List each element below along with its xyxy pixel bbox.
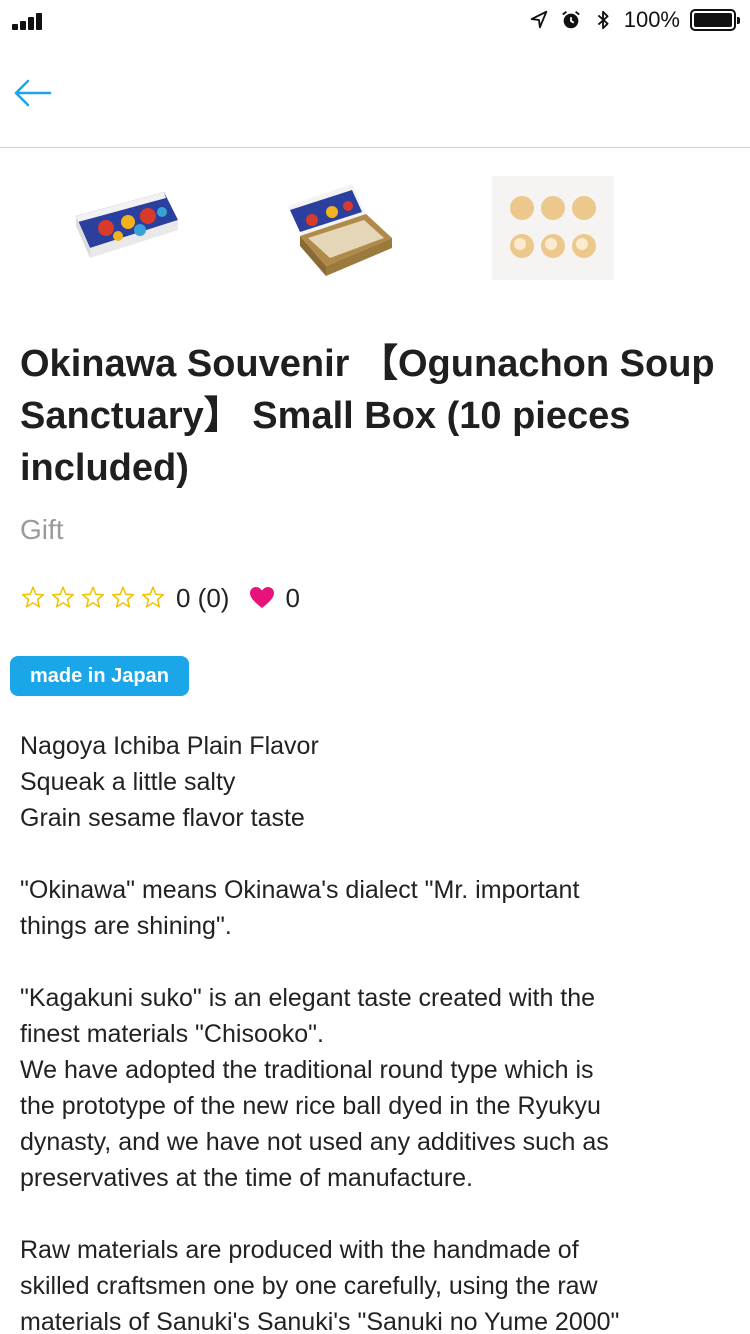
description-line: We have adopted the traditional round ty… [20,1056,594,1084]
battery-percent: 100% [623,7,680,32]
battery-icon [690,9,740,31]
description-line: skilled craftsmen one by one carefully, … [20,1272,598,1300]
alarm-icon [561,11,580,29]
product-title: Okinawa Souvenir 【Ogunachon Soup Sanctua… [20,343,715,489]
description-line: things are shining". [20,912,232,940]
star-icon [111,586,135,608]
nav-bar [0,40,750,148]
description-line: Squeak a little salty [20,768,236,796]
description-paragraph: "Okinawa" means Okinawa's dialect "Mr. i… [20,872,732,944]
rating-row: 0 (0) 0 [20,580,300,616]
description-paragraph: Raw materials are produced with the hand… [20,1232,732,1334]
description-line: Grain sesame flavor taste [20,804,305,832]
description-line: the prototype of the new rice ball dyed … [20,1092,601,1120]
star-icon [81,586,105,608]
bluetooth-icon [597,10,609,30]
product-image-box-open[interactable] [282,176,404,280]
description-line: preservatives at the time of manufacture… [20,1164,473,1192]
product-description: Nagoya Ichiba Plain Flavor Squeak a litt… [20,728,732,1334]
likes-count: 0 [285,582,300,613]
product-image-box-closed[interactable] [66,176,188,280]
star-icon [21,586,45,608]
description-line: Nagoya Ichiba Plain Flavor [20,732,319,760]
star-icon [51,586,75,608]
star-icon [141,586,165,608]
product-image-cookies[interactable] [492,176,614,280]
arrow-left-icon[interactable] [12,78,54,108]
product-image-gallery [0,170,750,290]
description-paragraph: "Kagakuni suko" is an elegant taste crea… [20,980,732,1196]
rating-text: 0 (0) [176,582,230,613]
status-bar: 100% [0,0,750,40]
product-category: Gift [20,514,64,545]
description-line: materials of Sanuki's Sanuki's "Sanuki n… [20,1308,620,1334]
description-paragraph: Nagoya Ichiba Plain Flavor Squeak a litt… [20,728,732,836]
description-line: Raw materials are produced with the hand… [20,1236,579,1264]
description-line: finest materials "Chisooko". [20,1020,324,1048]
description-line: "Kagakuni suko" is an elegant taste crea… [20,984,596,1012]
signal-icon [12,10,46,30]
heart-icon[interactable] [249,586,275,610]
location-arrow-icon [530,10,547,29]
description-line: "Okinawa" means Okinawa's dialect "Mr. i… [20,876,580,904]
description-line: dynasty, and we have not used any additi… [20,1128,609,1156]
made-in-japan-tag[interactable]: made in Japan [10,656,189,696]
